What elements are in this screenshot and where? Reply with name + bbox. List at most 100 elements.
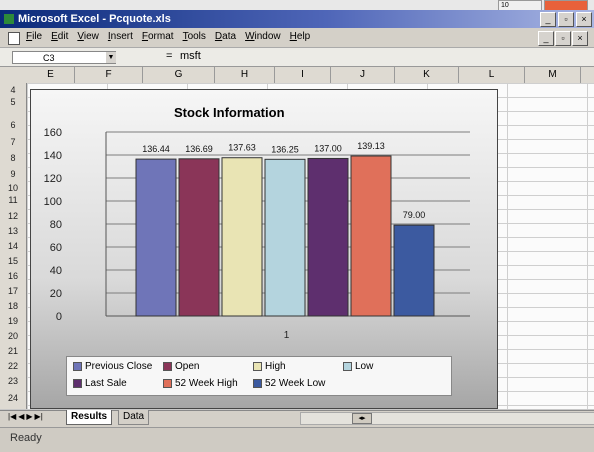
menu-file[interactable]: File: [26, 31, 42, 42]
legend-swatch: [343, 361, 352, 371]
excel-icon[interactable]: [4, 14, 14, 25]
scroll-thumb[interactable]: ◂▸: [352, 413, 372, 424]
y-tick-label: 60: [50, 242, 62, 254]
legend-swatch: [163, 378, 172, 388]
menu-help[interactable]: Help: [290, 31, 311, 42]
menu-view[interactable]: View: [77, 31, 99, 42]
chart-legend[interactable]: Previous Close Open High Low Last Sale 5…: [66, 356, 452, 396]
menu-items: File Edit View Insert Format Tools Data …: [26, 31, 310, 42]
row-header[interactable]: 8: [0, 153, 26, 163]
row-header[interactable]: 24: [0, 393, 26, 403]
close-button[interactable]: ×: [576, 12, 592, 27]
row-header[interactable]: 11: [0, 195, 26, 205]
column-header-i[interactable]: I: [275, 67, 331, 83]
row-header[interactable]: 21: [0, 346, 26, 356]
workbook-close-button[interactable]: ×: [572, 31, 588, 46]
column-header-g[interactable]: G: [143, 67, 215, 83]
menu-tools[interactable]: Tools: [183, 31, 206, 42]
legend-item-52-week-high: 52 Week High: [163, 378, 238, 389]
row-header[interactable]: 10: [0, 183, 26, 193]
legend-item-open: Open: [163, 361, 199, 372]
data-label: 137.63: [228, 143, 256, 153]
legend-swatch: [73, 378, 82, 388]
legend-swatch: [73, 361, 82, 371]
last-sheet-icon[interactable]: ▶|: [35, 412, 43, 421]
next-sheet-icon[interactable]: ▶: [26, 412, 32, 421]
x-tick-label: 1: [284, 330, 290, 341]
bar-high: [221, 157, 263, 317]
formula-input[interactable]: msft: [180, 50, 201, 62]
restore-button[interactable]: ▫: [558, 12, 574, 27]
title-bar: Microsoft Excel - Pcquote.xls: [0, 10, 594, 28]
row-header[interactable]: 9: [0, 169, 26, 179]
y-tick-label: 80: [50, 219, 62, 231]
y-tick-label: 120: [44, 173, 62, 185]
document-icon[interactable]: [8, 32, 20, 45]
sheet-nav: |◀ ◀ ▶ ▶|: [8, 412, 43, 421]
window-controls: _ ▫ ×: [540, 12, 592, 27]
legend-item-previous-close: Previous Close: [73, 361, 152, 372]
column-header-l[interactable]: L: [459, 67, 525, 83]
bar-52-week-low: [393, 224, 435, 317]
legend-item-low: Low: [343, 361, 373, 372]
row-header[interactable]: 19: [0, 316, 26, 326]
column-header-k[interactable]: K: [395, 67, 459, 83]
legend-swatch: [253, 361, 262, 371]
first-sheet-icon[interactable]: |◀: [8, 412, 16, 421]
bar-last-sale: [307, 157, 349, 317]
row-header[interactable]: 18: [0, 301, 26, 311]
workbook-restore-button[interactable]: ▫: [555, 31, 571, 46]
plot-area: 0 20 40 60 80 100 120 140 160 136.44 136.69 137.63 1…: [44, 127, 470, 341]
row-header[interactable]: 12: [0, 211, 26, 221]
bar-low: [264, 158, 306, 317]
prev-sheet-icon[interactable]: ◀: [18, 412, 24, 421]
row-header[interactable]: 20: [0, 331, 26, 341]
menu-insert[interactable]: Insert: [108, 31, 133, 42]
top-tab-group: 10: [498, 0, 588, 12]
status-bar: [0, 427, 594, 452]
row-headers: 4 5 6 7 8 9 10 11 12 13 14 15 16 17 18 1…: [0, 83, 27, 409]
row-header[interactable]: 14: [0, 241, 26, 251]
y-tick-label: 140: [44, 150, 62, 162]
column-headers: E F G H I J K L M: [0, 67, 594, 84]
row-header[interactable]: 23: [0, 376, 26, 386]
formula-equals: =: [166, 50, 173, 62]
workbook-minimize-button[interactable]: _: [538, 31, 554, 46]
column-header-j[interactable]: J: [331, 67, 395, 83]
row-header[interactable]: 4: [0, 85, 26, 95]
menu-bar: File Edit View Insert Format Tools Data …: [0, 28, 594, 48]
menu-window[interactable]: Window: [245, 31, 281, 42]
y-tick-label: 100: [44, 196, 62, 208]
row-header[interactable]: 7: [0, 137, 26, 147]
name-box[interactable]: C3: [12, 51, 116, 64]
chevron-down-icon[interactable]: ▼: [106, 52, 116, 63]
row-header[interactable]: 22: [0, 361, 26, 371]
window-title: Microsoft Excel - Pcquote.xls: [18, 13, 171, 25]
row-header[interactable]: 13: [0, 226, 26, 236]
column-header-f[interactable]: F: [75, 67, 143, 83]
row-header[interactable]: 15: [0, 256, 26, 266]
legend-swatch: [253, 378, 262, 388]
menu-data[interactable]: Data: [215, 31, 236, 42]
row-header[interactable]: 16: [0, 271, 26, 281]
menu-format[interactable]: Format: [142, 31, 174, 42]
row-header[interactable]: 6: [0, 120, 26, 130]
horizontal-scrollbar[interactable]: [300, 412, 594, 425]
workbook-controls: _ ▫ ×: [538, 31, 588, 46]
column-header-h[interactable]: H: [215, 67, 275, 83]
legend-swatch: [163, 361, 172, 371]
legend-item-high: High: [253, 361, 286, 372]
y-tick-label: 160: [44, 127, 62, 139]
bar-open: [178, 158, 220, 317]
tab-results[interactable]: Results: [66, 410, 113, 425]
tab-data[interactable]: Data: [118, 410, 150, 425]
column-header-e[interactable]: E: [27, 67, 75, 83]
column-header-m[interactable]: M: [525, 67, 581, 83]
minimize-button[interactable]: _: [540, 12, 556, 27]
data-label: 137.00: [314, 143, 342, 153]
menu-edit[interactable]: Edit: [51, 31, 68, 42]
status-text: Ready: [10, 432, 42, 444]
row-header[interactable]: 17: [0, 286, 26, 296]
row-header[interactable]: 5: [0, 97, 26, 107]
data-label: 136.69: [185, 144, 213, 154]
